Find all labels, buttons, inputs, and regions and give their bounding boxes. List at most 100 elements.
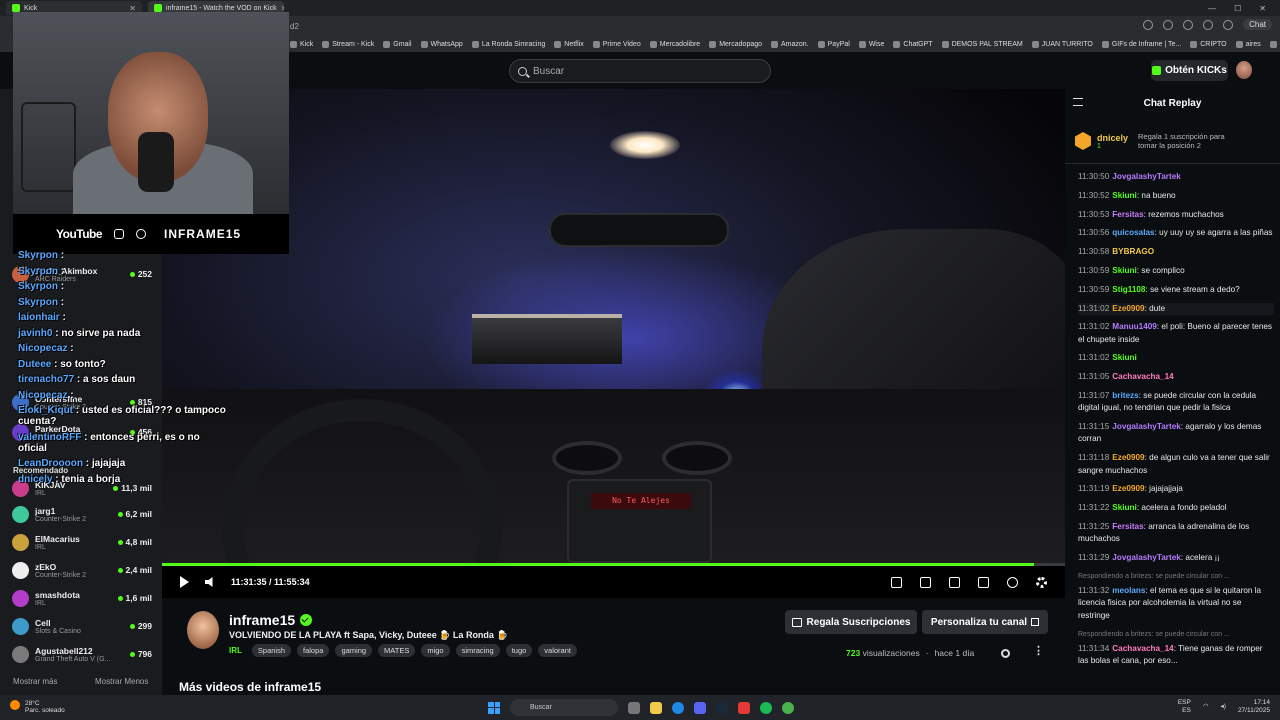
more-options-icon[interactable]: ⋮	[1033, 646, 1044, 657]
chat-message[interactable]: 11:31:02 Skiuni	[1078, 352, 1274, 364]
maximize-icon[interactable]: ☐	[1234, 4, 1241, 13]
bookmark-item[interactable]: ChatGPT	[893, 40, 933, 48]
tag-chip[interactable]: tugo	[505, 644, 533, 657]
chat-message[interactable]: 11:30:52 Skiuni: na bueno	[1078, 190, 1274, 202]
cast-icon[interactable]	[920, 576, 931, 588]
show-more-link[interactable]: Mostrar más	[13, 677, 57, 686]
chat-username[interactable]: Cachavacha_14	[1112, 644, 1173, 653]
chat-message[interactable]: 11:31:29 JovgalashyTartek: acelera ¡¡	[1078, 552, 1274, 564]
volume-icon[interactable]	[205, 577, 213, 587]
bookmark-item[interactable]: Amazon.	[771, 40, 809, 48]
chat-username[interactable]: Skiuni	[1112, 353, 1137, 362]
chat-username[interactable]: Fersitas	[1112, 522, 1143, 531]
chat-message[interactable]: 11:30:53 Fersitas: rezemos muchachos	[1078, 209, 1274, 221]
share-page-icon[interactable]	[1143, 19, 1154, 30]
gear-icon[interactable]	[1036, 576, 1047, 588]
sidebar-channel-item[interactable]: jarg1 Counter-Strike 2 6,2 mil	[12, 501, 152, 527]
chrome-icon[interactable]	[782, 701, 794, 714]
bookmark-item[interactable]: JUAN TURRITO	[1031, 40, 1093, 48]
minimize-icon[interactable]: —	[1208, 4, 1216, 13]
chat-message[interactable]: 11:30:56 quicosalas: uy uuy uy se agarra …	[1078, 227, 1274, 239]
chat-username[interactable]: Fersitas	[1112, 210, 1143, 219]
theater-mode-icon[interactable]	[949, 576, 960, 588]
speaker-icon[interactable]: ◂)	[1221, 703, 1226, 711]
chat-username[interactable]: Skiuni	[1112, 503, 1137, 512]
show-less-link[interactable]: Mostrar Menos	[95, 677, 148, 686]
sidebar-channel-item[interactable]: Agustabell212 Grand Theft Auto V (G... 796	[12, 641, 152, 667]
video-player[interactable]: No Te Alejes	[162, 89, 1065, 563]
chat-message[interactable]: 11:31:25 Fersitas: arranca la adrenalina …	[1078, 521, 1274, 546]
bookmark-item[interactable]: Kick	[290, 40, 313, 48]
bookmark-item[interactable]: PayPal	[817, 40, 850, 48]
edge-icon[interactable]	[672, 701, 684, 714]
chat-message[interactable]: 11:31:05 Cachavacha_14	[1078, 371, 1274, 383]
chat-username[interactable]: Skiuni	[1112, 191, 1137, 200]
play-icon[interactable]	[180, 576, 189, 588]
tag-chip[interactable]: migo	[421, 644, 450, 657]
bookmark-item[interactable]: Netflix	[554, 40, 584, 48]
chat-message[interactable]: 11:31:07 britezs: se puede circular con l…	[1078, 390, 1274, 415]
bookmark-item[interactable]: WhatsApp	[420, 40, 463, 48]
playback-speed-icon[interactable]	[1007, 576, 1018, 588]
discord-icon[interactable]	[694, 701, 706, 714]
file-explorer-icon[interactable]	[650, 701, 662, 714]
fullscreen-icon[interactable]	[978, 576, 989, 588]
sidebar-channel-item[interactable]: ElMacarius IRL 4,8 mil	[12, 529, 152, 555]
streamer-avatar[interactable]	[187, 611, 219, 649]
browser-chat-button[interactable]: Chat	[1243, 19, 1272, 30]
get-kicks-button[interactable]: Obtén KICKs	[1151, 60, 1228, 81]
chat-message[interactable]: 11:30:59 Stig1108: se viene stream a dedo…	[1078, 284, 1274, 296]
chat-username[interactable]: britezs	[1112, 391, 1138, 400]
taskbar-search[interactable]: Buscar	[510, 699, 618, 716]
chat-username[interactable]: JovgalashyTartek	[1112, 553, 1181, 562]
bookmark-item[interactable]: Wise	[858, 40, 884, 48]
chat-username[interactable]: Skiuni	[1112, 266, 1137, 275]
bookmark-item[interactable]: Mercadopago	[709, 40, 762, 48]
chat-username[interactable]: Eze0909	[1112, 484, 1144, 493]
chat-username[interactable]: Stig1108	[1112, 285, 1145, 294]
star-icon[interactable]	[1163, 19, 1174, 30]
chat-message[interactable]: 11:31:22 Skiuni: acelera a fondo peladol	[1078, 502, 1274, 514]
chat-username[interactable]: meolans	[1112, 586, 1145, 595]
close-window-icon[interactable]: ✕	[1259, 4, 1266, 13]
avatar[interactable]	[1236, 61, 1252, 79]
chat-message[interactable]: 11:30:59 Skiuni: se complico	[1078, 265, 1274, 277]
chat-message[interactable]: 11:31:18 Eze0909: de algun culo va a tene…	[1078, 452, 1274, 477]
bookmark-item[interactable]: Stream - Kick	[322, 40, 374, 48]
bookmark-item[interactable]: La Ronda Simracing	[471, 40, 545, 48]
bookmark-item[interactable]: Prime Video	[592, 40, 641, 48]
steam-icon[interactable]	[716, 701, 728, 714]
chat-username[interactable]: BYBRAGO	[1112, 247, 1154, 256]
bookmark-item[interactable]: EL MEGA PACK PAP...	[1269, 40, 1280, 48]
windows-start-icon[interactable]	[488, 701, 500, 714]
streamer-name[interactable]: inframe15	[229, 612, 313, 628]
wifi-icon[interactable]: ◠	[1203, 703, 1209, 711]
chat-username[interactable]: Eze0909	[1112, 304, 1144, 313]
profile-icon[interactable]	[1203, 19, 1214, 30]
chat-username[interactable]: Cachavacha_14	[1112, 372, 1173, 381]
tag-chip[interactable]: valorant	[538, 644, 577, 657]
menu-icon[interactable]	[1223, 19, 1234, 30]
chat-username[interactable]: Manuu1409	[1112, 322, 1157, 331]
weather-widget[interactable]: 28°C Parc. soleado	[10, 700, 65, 714]
pinned-gift-banner[interactable]: dnicely 1 Regala 1 suscripción para tomar…	[1075, 121, 1275, 161]
bookmark-item[interactable]: aires	[1235, 40, 1261, 48]
chat-message[interactable]: 11:31:02 Manuu1409: el poli: Bueno al par…	[1078, 321, 1274, 346]
chat-username[interactable]: JovgalashyTartek	[1112, 172, 1181, 181]
customize-channel-button[interactable]: Personaliza tu canal	[922, 610, 1048, 634]
tag-chip[interactable]: falopa	[297, 644, 330, 657]
collapse-chat-icon[interactable]	[1073, 98, 1083, 106]
tag-chip[interactable]: gaming	[335, 644, 373, 657]
share-icon[interactable]	[1001, 649, 1010, 658]
gift-subscriptions-button[interactable]: Regala Suscripciones	[785, 610, 917, 634]
bookmark-item[interactable]: DEMOS PAL STREAM	[941, 40, 1023, 48]
bookmark-item[interactable]: GIFs de Inframe | Te...	[1101, 40, 1181, 48]
chat-message[interactable]: 11:31:02 Eze0909: dute	[1078, 302, 1274, 315]
sidebar-channel-item[interactable]: zEkO Counter-Strike 2 2,4 mil	[12, 557, 152, 583]
chat-message[interactable]: 11:30:58 BYBRAGO	[1078, 246, 1274, 258]
chat-username[interactable]: Eze0909	[1112, 453, 1144, 462]
chat-username[interactable]: JovgalashyTartek	[1112, 422, 1181, 431]
sidebar-channel-item[interactable]: smashdota IRL 1,6 mil	[12, 585, 152, 611]
chat-message[interactable]: 11:30:50 JovgalashyTartek	[1078, 171, 1274, 183]
chat-username[interactable]: quicosalas	[1112, 228, 1154, 237]
